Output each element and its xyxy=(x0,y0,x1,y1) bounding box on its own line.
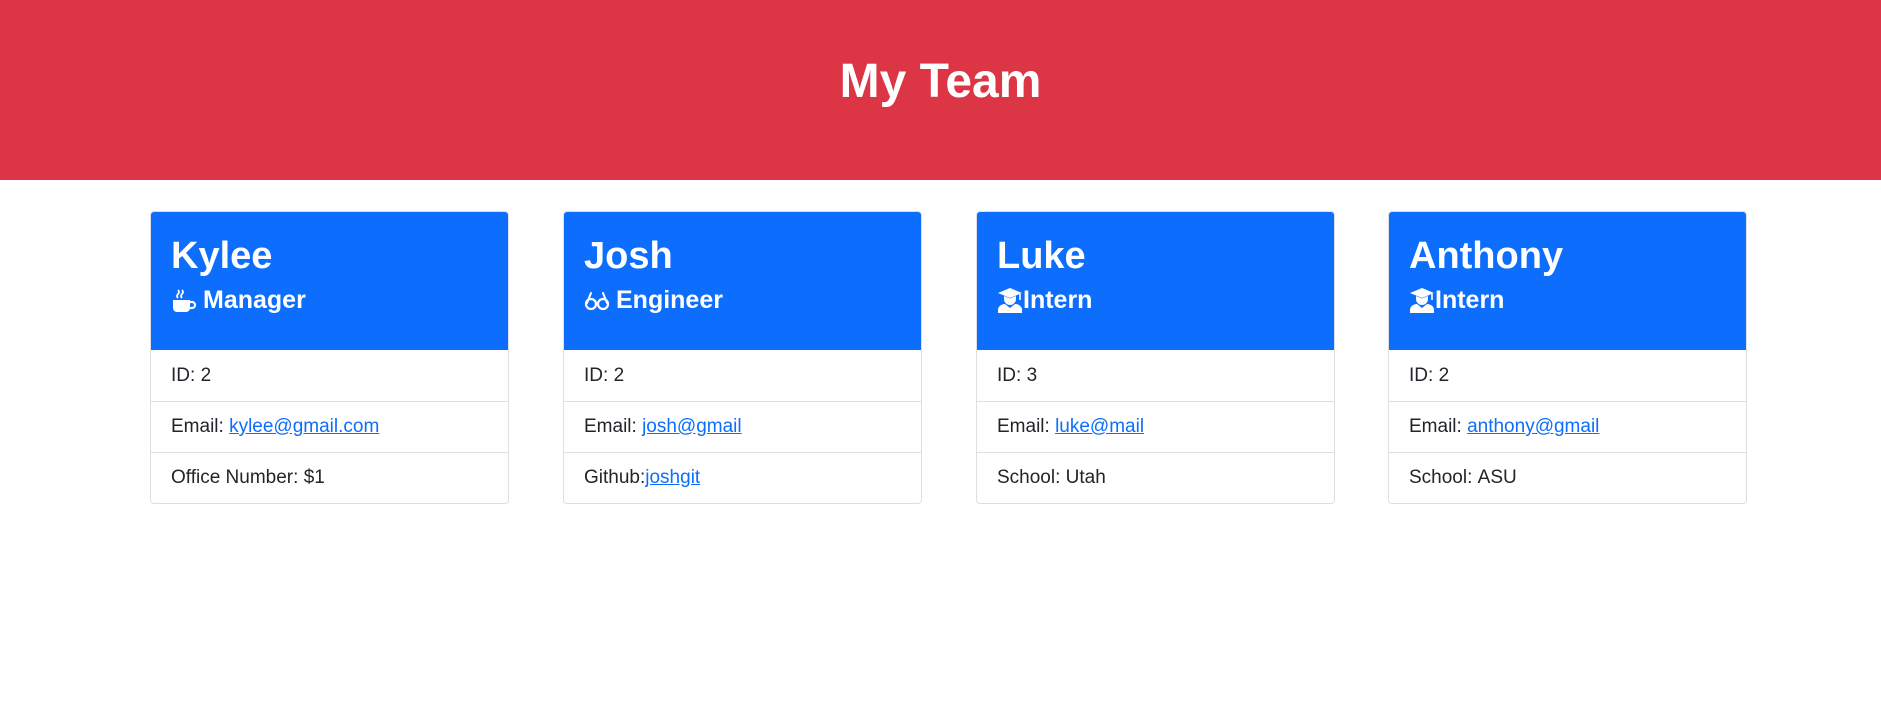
employee-role: Intern xyxy=(997,286,1314,315)
role-label: Manager xyxy=(203,285,306,314)
office-number-value: $1 xyxy=(303,467,325,488)
email-row: Email: josh@gmail xyxy=(564,401,921,452)
id-row: ID: 2 xyxy=(564,350,921,401)
graduate-icon xyxy=(997,287,1023,314)
card-details: ID: 3 Email: luke@mail School: Utah xyxy=(977,350,1334,503)
school-value: Utah xyxy=(1065,467,1106,488)
school-label: School: xyxy=(1409,467,1478,488)
school-row: School: Utah xyxy=(977,452,1334,503)
card-header: Josh Engineer xyxy=(564,212,921,350)
github-link[interactable]: joshgit xyxy=(645,467,700,489)
github-label: Github: xyxy=(584,467,646,488)
card-header: Anthony Intern xyxy=(1389,212,1746,350)
card-details: ID: 2 Email: anthony@gmail School: ASU xyxy=(1389,350,1746,503)
employee-name: Anthony xyxy=(1409,235,1564,277)
id-label: ID: xyxy=(1409,364,1439,386)
employee-role: Engineer xyxy=(584,286,901,315)
school-value: ASU xyxy=(1477,467,1517,488)
graduate-icon xyxy=(1409,287,1435,314)
id-row: ID: 2 xyxy=(1389,350,1746,401)
office-number-row: Office Number: $1 xyxy=(151,452,508,503)
role-label: Intern xyxy=(1435,285,1505,314)
id-value: 3 xyxy=(1026,364,1038,386)
page-header: My Team xyxy=(0,0,1881,180)
role-label: Engineer xyxy=(616,285,723,314)
email-label: Email: xyxy=(997,416,1056,437)
employee-name: Josh xyxy=(584,235,673,277)
employee-name: Luke xyxy=(997,235,1086,277)
employee-card-josh: Josh Engineer ID: 2 Email: josh@gmail Gi… xyxy=(563,211,922,504)
card-header: Kylee Manager xyxy=(151,212,508,350)
office-number-label: Office Number: xyxy=(171,467,304,488)
email-row: Email: kylee@gmail.com xyxy=(151,401,508,452)
glasses-icon xyxy=(584,287,610,313)
email-link[interactable]: kylee@gmail.com xyxy=(229,416,379,438)
employee-role: Manager xyxy=(171,286,488,315)
email-row: Email: luke@mail xyxy=(977,401,1334,452)
id-value: 2 xyxy=(200,364,212,386)
email-row: Email: anthony@gmail xyxy=(1389,401,1746,452)
id-label: ID: xyxy=(171,364,201,386)
role-label: Intern xyxy=(1023,285,1093,314)
email-label: Email: xyxy=(584,416,643,437)
coffee-icon xyxy=(171,287,197,313)
id-label: ID: xyxy=(997,364,1027,386)
email-link[interactable]: anthony@gmail xyxy=(1467,416,1599,438)
card-details: ID: 2 Email: josh@gmail Github: joshgit xyxy=(564,350,921,503)
employee-name: Kylee xyxy=(171,235,273,277)
employee-card-anthony: Anthony Intern ID: 2 Email: anthony@gmai… xyxy=(1388,211,1747,504)
id-row: ID: 3 xyxy=(977,350,1334,401)
card-header: Luke Intern xyxy=(977,212,1334,350)
email-label: Email: xyxy=(171,416,230,437)
id-row: ID: 2 xyxy=(151,350,508,401)
employee-card-luke: Luke Intern ID: 3 Email: luke@mail Schoo… xyxy=(976,211,1335,504)
id-label: ID: xyxy=(584,364,614,386)
page-title: My Team xyxy=(839,55,1042,108)
employee-card-kylee: Kylee Manager ID: 2 Email: kylee@gmail.c… xyxy=(150,211,509,504)
school-label: School: xyxy=(997,467,1066,488)
email-link[interactable]: luke@mail xyxy=(1055,416,1144,438)
email-link[interactable]: josh@gmail xyxy=(642,416,742,438)
github-row: Github: joshgit xyxy=(564,452,921,503)
id-value: 2 xyxy=(1438,364,1450,386)
email-label: Email: xyxy=(1409,416,1468,437)
school-row: School: ASU xyxy=(1389,452,1746,503)
card-details: ID: 2 Email: kylee@gmail.com Office Numb… xyxy=(151,350,508,503)
id-value: 2 xyxy=(613,364,625,386)
employee-role: Intern xyxy=(1409,286,1726,315)
